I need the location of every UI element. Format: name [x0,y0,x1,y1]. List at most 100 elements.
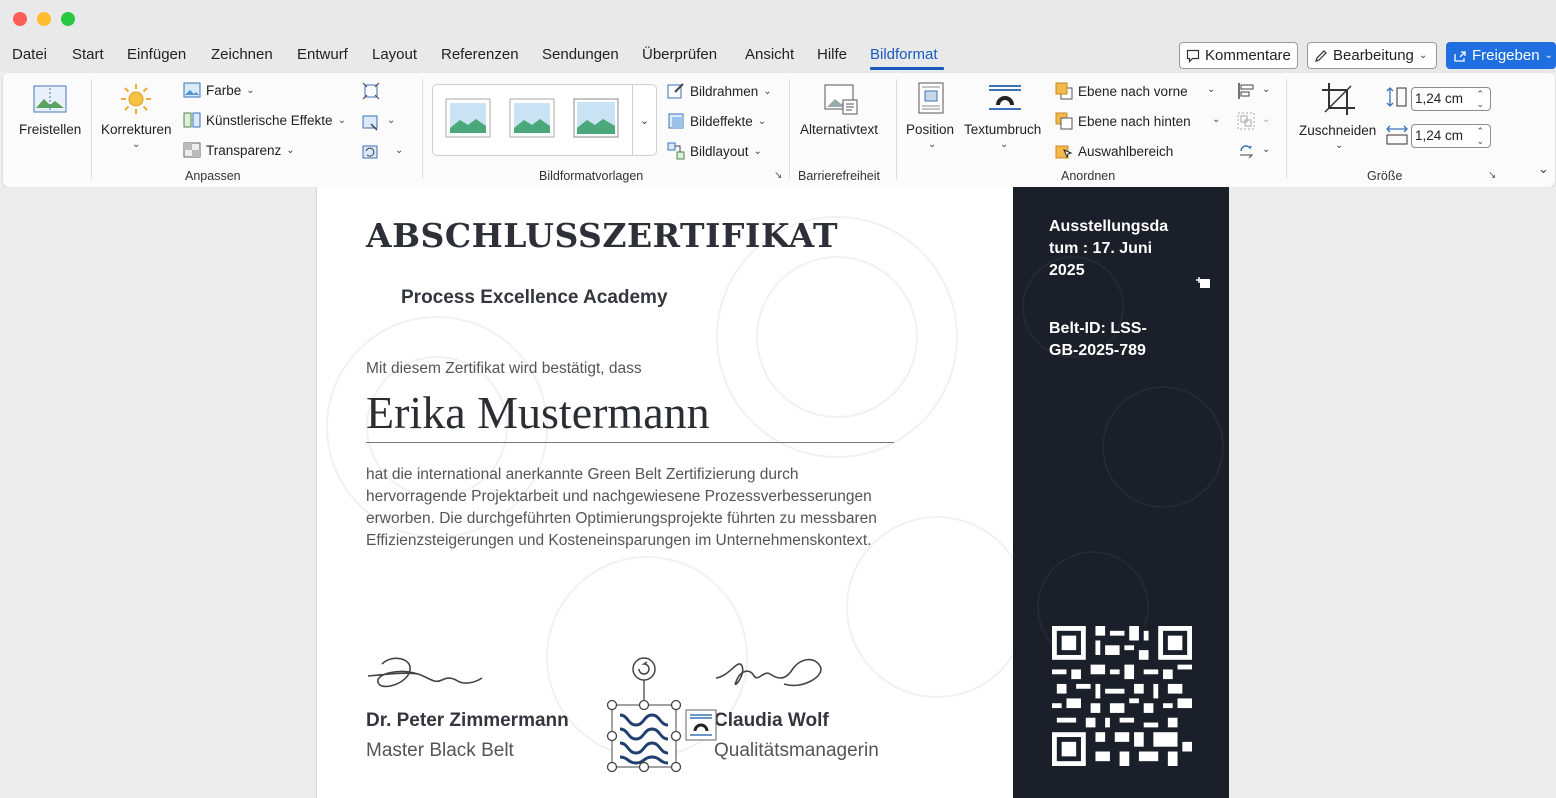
textumbruch-button[interactable]: Textumbruch [964,122,1041,137]
name-underline [366,442,894,443]
bildlayout-label: Bildlayout [690,143,749,159]
zoom-window-button[interactable] [61,12,75,26]
transparenz-button[interactable]: Transparenz ⌄ [183,142,295,158]
chevron-down-icon[interactable]: ⌄ [1262,84,1270,95]
crop-icon[interactable] [1321,82,1357,116]
auswahlbereich-button[interactable]: Auswahlbereich [1055,142,1173,160]
share-label: Freigeben [1472,47,1540,64]
bildrahmen-button[interactable]: Bildrahmen ⌄ [667,82,772,100]
remove-background-icon[interactable] [33,84,67,114]
comments-label: Kommentare [1205,47,1291,64]
picture-style-2[interactable] [509,98,555,138]
tab-ueberpruefen[interactable]: Überprüfen [642,46,717,63]
belt-id-line-2: GB-2025-789 [1049,342,1146,359]
signer-1-name: Dr. Peter Zimmermann [366,710,569,731]
shape-width-icon [1386,125,1408,145]
ebene-nach-hinten-button[interactable]: Ebene nach hinten [1055,112,1191,130]
editing-button[interactable]: Bearbeitung ⌄ [1307,42,1437,69]
chevron-down-icon: ⌄ [1544,50,1553,61]
chevron-down-icon[interactable]: ⌄ [1212,114,1220,125]
group-anordnen-label: Anordnen [1061,169,1116,183]
close-window-button[interactable] [13,12,27,26]
align-icon[interactable] [1237,82,1255,100]
position-button[interactable]: Position [906,122,954,137]
comments-button[interactable]: Kommentare [1179,42,1298,69]
chevron-down-icon[interactable]: ⌄ [395,145,403,156]
picture-style-1[interactable] [445,98,491,138]
belt-id: Belt-ID: LSS- GB-2025-789 [1049,318,1199,362]
share-icon [1454,50,1466,62]
separator [896,79,897,179]
pencil-icon [1315,49,1327,62]
dialog-launcher-icon[interactable]: ↘ [774,170,782,181]
title-bar [0,0,1556,38]
chevron-down-icon[interactable]: ⌄ [387,115,395,126]
chevron-down-icon[interactable]: ⌄ [1262,144,1270,155]
korrekturen-button[interactable]: Korrekturen [101,122,172,137]
issue-date-line-2: tum : 17. Juni [1049,240,1153,257]
group-anpassen-label: Anpassen [185,169,241,183]
send-backward-icon [1055,112,1073,130]
artistic-effects-icon [183,112,201,128]
tab-einfuegen[interactable]: Einfügen [127,46,186,63]
tab-sendungen[interactable]: Sendungen [542,46,619,63]
sun-icon[interactable] [120,83,152,115]
collapse-ribbon-icon[interactable]: ⌄ [1538,161,1549,177]
tab-datei[interactable]: Datei [12,46,47,63]
tab-layout[interactable]: Layout [372,46,417,63]
academy-name: Process Excellence Academy [401,287,668,308]
spin-arrows-icon[interactable]: ⌃ ⌄ [1476,89,1484,109]
editing-label: Bearbeitung [1333,47,1414,64]
tab-entwurf[interactable]: Entwurf [297,46,348,63]
tab-bildformat[interactable]: Bildformat [870,46,938,63]
signer-2-role: Qualitätsmanagerin [714,740,879,761]
reset-picture-icon[interactable] [362,143,380,161]
change-picture-icon[interactable] [362,113,380,131]
ebene-nach-vorne-label: Ebene nach vorne [1078,83,1188,99]
spin-arrows-icon[interactable]: ⌃ ⌄ [1476,126,1484,146]
chevron-down-icon[interactable]: ⌄ [1335,140,1343,151]
selection-pane-icon [1055,145,1073,159]
tab-start[interactable]: Start [72,46,104,63]
bildeffekte-button[interactable]: Bildeffekte ⌄ [667,112,766,130]
minimize-window-button[interactable] [37,12,51,26]
ribbon: Freistellen Korrekturen ⌄ Farbe ⌄ Künstle… [3,73,1555,187]
freistellen-button[interactable]: Freistellen [19,122,81,137]
tab-ansicht[interactable]: Ansicht [745,46,794,63]
farbe-button[interactable]: Farbe ⌄ [183,82,255,98]
picture-style-3[interactable] [573,98,619,138]
compress-pictures-icon[interactable] [362,82,380,100]
rotate-icon[interactable] [1237,142,1255,160]
chevron-down-icon: ⌄ [132,139,141,150]
kuenstlerische-effekte-label: Künstlerische Effekte [206,112,333,128]
anchor-icon[interactable] [1195,276,1211,290]
picture-styles-gallery: ⌄ [432,84,657,156]
alt-text-icon[interactable] [823,82,859,116]
layout-options-icon[interactable] [685,709,717,741]
group-objects-icon[interactable] [1237,112,1255,130]
selected-seal-image[interactable] [606,655,682,773]
share-button[interactable]: Freigeben ⌄ [1446,42,1556,69]
zuschneiden-button[interactable]: Zuschneiden [1299,123,1376,138]
kuenstlerische-effekte-button[interactable]: Künstlerische Effekte ⌄ [183,112,346,128]
separator [1286,79,1287,179]
picture-effects-icon [668,113,684,129]
group-groesse-label: Größe [1367,169,1403,183]
belt-id-line-1: Belt-ID: LSS- [1049,320,1147,337]
chevron-down-icon[interactable]: ⌄ [1207,84,1215,95]
tab-zeichnen[interactable]: Zeichnen [211,46,273,63]
issue-date: Ausstellungsda tum : 17. Juni 2025 [1049,216,1199,282]
position-icon[interactable] [918,82,944,114]
gallery-more-button[interactable]: ⌄ [632,85,656,155]
bildlayout-button[interactable]: Bildlayout ⌄ [667,142,762,160]
dialog-launcher-icon[interactable]: ↘ [1488,170,1496,181]
alternativtext-button[interactable]: Alternativtext [800,122,878,137]
text-wrap-icon[interactable] [986,83,1024,113]
tab-referenzen[interactable]: Referenzen [441,46,519,63]
tab-hilfe[interactable]: Hilfe [817,46,847,63]
signature-1-image [367,657,483,688]
shape-width-input[interactable]: 1,24 cm ⌃ ⌄ [1411,124,1491,148]
ebene-nach-vorne-button[interactable]: Ebene nach vorne [1055,82,1188,100]
shape-height-input[interactable]: 1,24 cm ⌃ ⌄ [1411,87,1491,111]
separator [422,79,423,179]
